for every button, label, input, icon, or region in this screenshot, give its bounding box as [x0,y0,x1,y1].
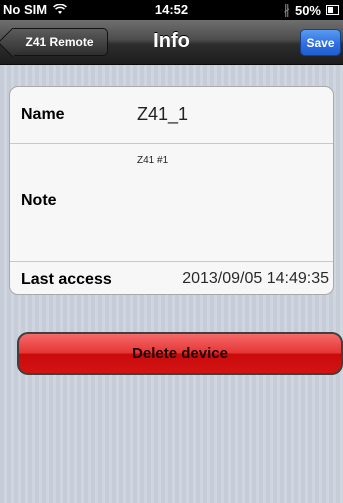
last-access-label: Last access [21,271,112,288]
device-details-table: Name Z41_1 Z41 #1 Note Last access 2013/… [9,86,334,295]
delete-device-frame: Delete device [17,332,343,375]
battery-icon [326,5,339,15]
status-bar: No SIM 14:52 ∦ 50% [0,0,343,20]
page-title: Info [153,30,190,52]
note-label: Note [21,192,57,209]
name-value[interactable]: Z41_1 [137,104,188,125]
bluetooth-icon: ∦ [283,2,290,17]
navigation-bar: Z41 Remote Info Save [0,20,343,65]
note-row[interactable]: Z41 #1 Note [10,144,333,262]
save-button[interactable]: Save [300,29,341,56]
name-label: Name [21,106,65,123]
note-value[interactable]: Z41 #1 [137,155,168,166]
delete-device-button[interactable]: Delete device [19,334,341,373]
name-row[interactable]: Name Z41_1 [10,87,333,144]
battery-percent: 50% [294,2,321,18]
status-right: ∦ 50% [283,2,339,18]
last-access-value: 2013/09/05 14:49:35 [182,270,329,287]
last-access-row: Last access 2013/09/05 14:49:35 [10,262,333,294]
